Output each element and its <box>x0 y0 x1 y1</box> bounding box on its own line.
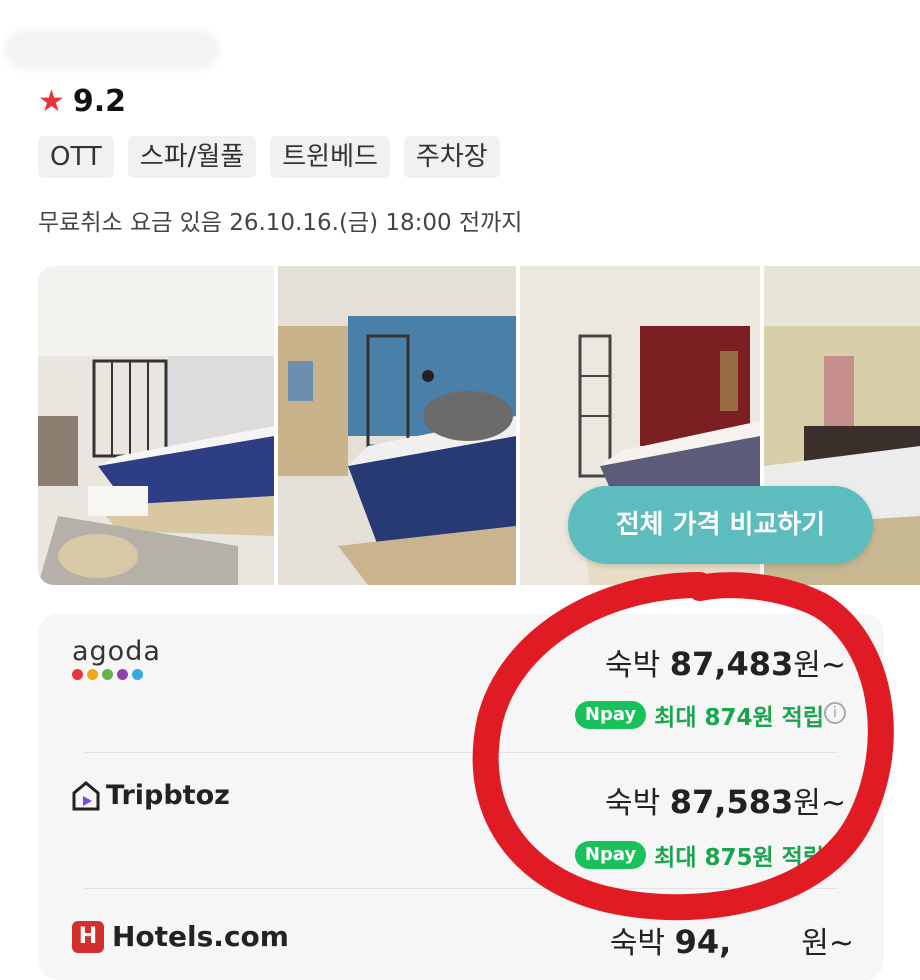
price-prefix: 숙박 <box>609 926 666 961</box>
agoda-dots-icon <box>72 669 161 680</box>
rating: ★ 9.2 <box>38 84 126 119</box>
cancel-policy: 무료취소 요금 있음 26.10.16.(금) 18:00 전까지 <box>38 210 523 236</box>
tag-twin-bed: 트윈베드 <box>270 136 390 178</box>
tag-spa: 스파/월풀 <box>127 136 257 178</box>
price-amount: 87,583 <box>669 783 794 821</box>
reward-text: 최대 875원 적립 <box>654 845 824 871</box>
price-row-hotels[interactable]: H Hotels.com 숙박 94, 원~ <box>38 888 884 980</box>
compare-all-prices-button[interactable]: 전체 가격 비교하기 <box>568 486 873 564</box>
blurred-hotel-name <box>4 30 220 70</box>
tag-parking: 주차장 <box>403 136 500 178</box>
price-row-agoda[interactable]: agoda 숙박 87,483원~ Npay 최대 874원 적립 i <box>38 614 884 752</box>
price-comparison-card: agoda 숙박 87,483원~ Npay 최대 874원 적립 i Trip… <box>38 614 884 980</box>
npay-reward: Npay 최대 874원 적립 <box>574 698 824 732</box>
price-amount: 94, <box>674 923 732 961</box>
price-suffix: 원~ <box>801 926 854 961</box>
price-suffix: 원~ <box>793 648 846 683</box>
tag-ott: OTT <box>38 136 114 178</box>
hotels-h-icon: H <box>72 920 104 953</box>
npay-reward: Npay 최대 875원 적립 <box>574 838 824 872</box>
price-suffix: 원~ <box>793 786 846 821</box>
info-icon[interactable]: i <box>824 842 846 864</box>
rating-score: 9.2 <box>72 84 127 119</box>
provider-name: Tripbtoz <box>106 780 230 811</box>
price-text: 숙박 87,583원~ <box>605 778 846 822</box>
provider-name: agoda <box>72 636 161 667</box>
provider-name: Hotels.com <box>112 920 289 953</box>
tripbtoz-logo: Tripbtoz <box>72 780 230 811</box>
npay-badge: Npay <box>574 701 647 729</box>
reward-text: 최대 874원 적립 <box>654 705 824 731</box>
price-row-tripbtoz[interactable]: Tripbtoz 숙박 87,583원~ Npay 최대 875원 적립 i <box>38 752 884 888</box>
info-icon[interactable]: i <box>824 702 846 724</box>
price-text: 숙박 87,483원~ <box>605 640 846 684</box>
tripbtoz-icon <box>72 780 100 810</box>
price-prefix: 숙박 <box>605 786 661 821</box>
agoda-logo: agoda <box>72 636 161 680</box>
room-photo-2[interactable] <box>278 266 516 585</box>
amenity-tags: OTT 스파/월풀 트윈베드 주차장 <box>38 136 500 178</box>
star-icon: ★ <box>38 83 65 119</box>
hotels-logo: H Hotels.com <box>72 920 289 953</box>
price-text: 숙박 94, 원~ <box>610 918 854 962</box>
price-prefix: 숙박 <box>605 648 661 683</box>
price-amount: 87,483 <box>669 645 794 683</box>
room-photo-1[interactable] <box>38 266 274 585</box>
npay-badge: Npay <box>574 841 647 869</box>
